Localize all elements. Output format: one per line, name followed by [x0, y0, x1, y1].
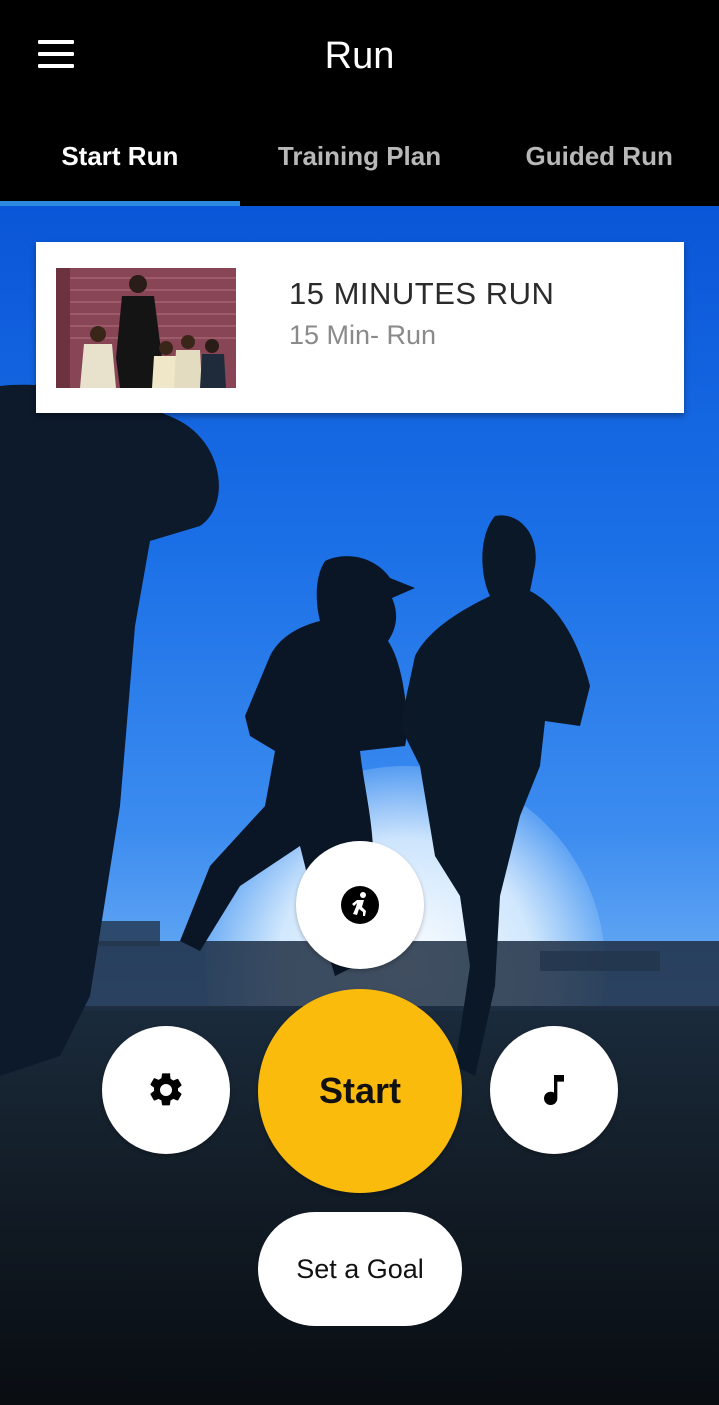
set-goal-button[interactable]: Set a Goal: [258, 1212, 462, 1326]
program-card[interactable]: 15 MINUTES RUN 15 Min- Run: [36, 242, 684, 413]
coach-and-athletes-photo: [56, 268, 236, 388]
tab-guided-run[interactable]: Guided Run: [479, 112, 719, 206]
program-thumbnail: [56, 268, 236, 388]
start-button[interactable]: Start: [258, 989, 462, 1193]
settings-button[interactable]: [102, 1026, 230, 1154]
tab-bar: Start Run Training Plan Guided Run: [0, 112, 719, 206]
tab-training-plan[interactable]: Training Plan: [240, 112, 480, 206]
tab-start-run[interactable]: Start Run: [0, 112, 240, 206]
program-subtitle: 15 Min- Run: [289, 320, 437, 350]
activity-type-button[interactable]: [296, 841, 424, 969]
music-button[interactable]: [490, 1026, 618, 1154]
music-note-icon: [544, 1075, 564, 1106]
page-title: Run: [324, 35, 395, 77]
running-person-icon: [341, 886, 379, 924]
program-title: 15 MINUTES RUN: [289, 276, 555, 311]
app-bar: Run: [0, 0, 719, 112]
gear-icon: [150, 1073, 182, 1106]
